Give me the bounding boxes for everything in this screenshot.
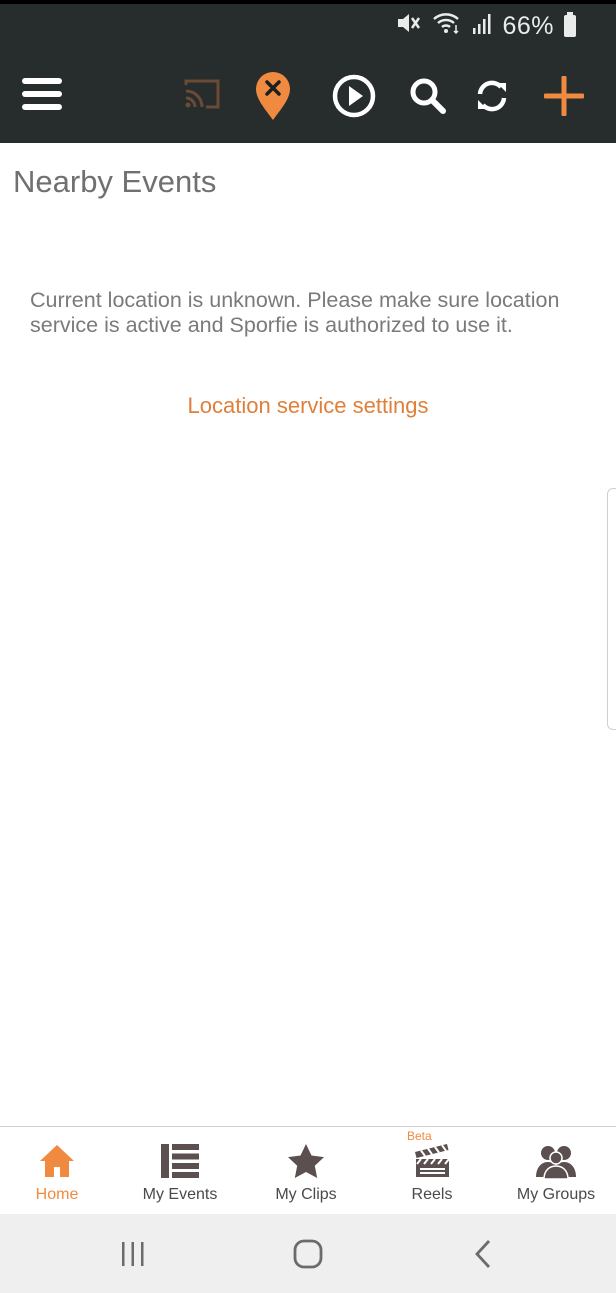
location-settings-link[interactable]: Location service settings	[0, 393, 616, 419]
list-icon	[161, 1141, 199, 1181]
tab-label: Reels	[411, 1186, 453, 1203]
battery-icon	[564, 12, 576, 37]
tab-home[interactable]: Home	[0, 1127, 114, 1215]
app-header: 66%	[0, 0, 616, 143]
tab-my-groups[interactable]: My Groups	[496, 1127, 616, 1215]
back-button[interactable]	[450, 1214, 516, 1293]
tab-label: Home	[35, 1186, 79, 1203]
page-title: Nearby Events	[13, 164, 217, 199]
play-button[interactable]	[330, 72, 378, 120]
scroll-handle[interactable]	[607, 488, 616, 730]
tab-label: My Clips	[275, 1186, 337, 1203]
location-unknown-message: Current location is unknown. Please make…	[30, 288, 560, 337]
group-icon	[535, 1141, 577, 1181]
location-button[interactable]	[250, 68, 296, 124]
search-button[interactable]	[406, 74, 450, 118]
location-off-icon	[256, 72, 290, 120]
wifi-icon	[432, 11, 462, 42]
menu-icon	[22, 78, 62, 110]
cast-icon	[184, 79, 220, 109]
cast-button[interactable]	[180, 74, 224, 114]
home-icon	[38, 1141, 76, 1181]
tab-reels[interactable]: Beta Reels	[372, 1127, 492, 1215]
tab-my-events[interactable]: My Events	[120, 1127, 240, 1215]
add-icon	[544, 76, 584, 116]
refresh-icon	[477, 80, 507, 112]
home-circle-icon	[293, 1239, 323, 1268]
tab-my-clips[interactable]: My Clips	[246, 1127, 366, 1215]
mute-icon	[396, 11, 422, 42]
search-icon	[410, 78, 446, 114]
tab-label: My Groups	[516, 1186, 596, 1203]
play-icon	[332, 74, 376, 118]
system-nav-bar	[0, 1214, 616, 1293]
status-bar: 66%	[396, 10, 576, 42]
bottom-tab-bar: Home My Events My Clips Beta Reels My Gr…	[0, 1126, 616, 1215]
system-home-button[interactable]	[275, 1214, 341, 1293]
status-bar-edge	[0, 0, 616, 4]
recents-button[interactable]	[100, 1214, 166, 1293]
star-icon	[287, 1141, 325, 1181]
back-icon	[475, 1239, 491, 1268]
menu-button[interactable]	[20, 72, 64, 116]
recents-icon	[122, 1241, 144, 1266]
signal-icon	[472, 12, 492, 41]
tab-label: My Events	[142, 1186, 218, 1203]
battery-percent: 66%	[502, 11, 554, 40]
beta-badge: Beta	[407, 1129, 432, 1143]
clapperboard-icon: Beta	[407, 1129, 451, 1181]
add-button[interactable]	[540, 72, 588, 120]
refresh-button[interactable]	[470, 74, 514, 118]
toolbar	[0, 50, 616, 143]
